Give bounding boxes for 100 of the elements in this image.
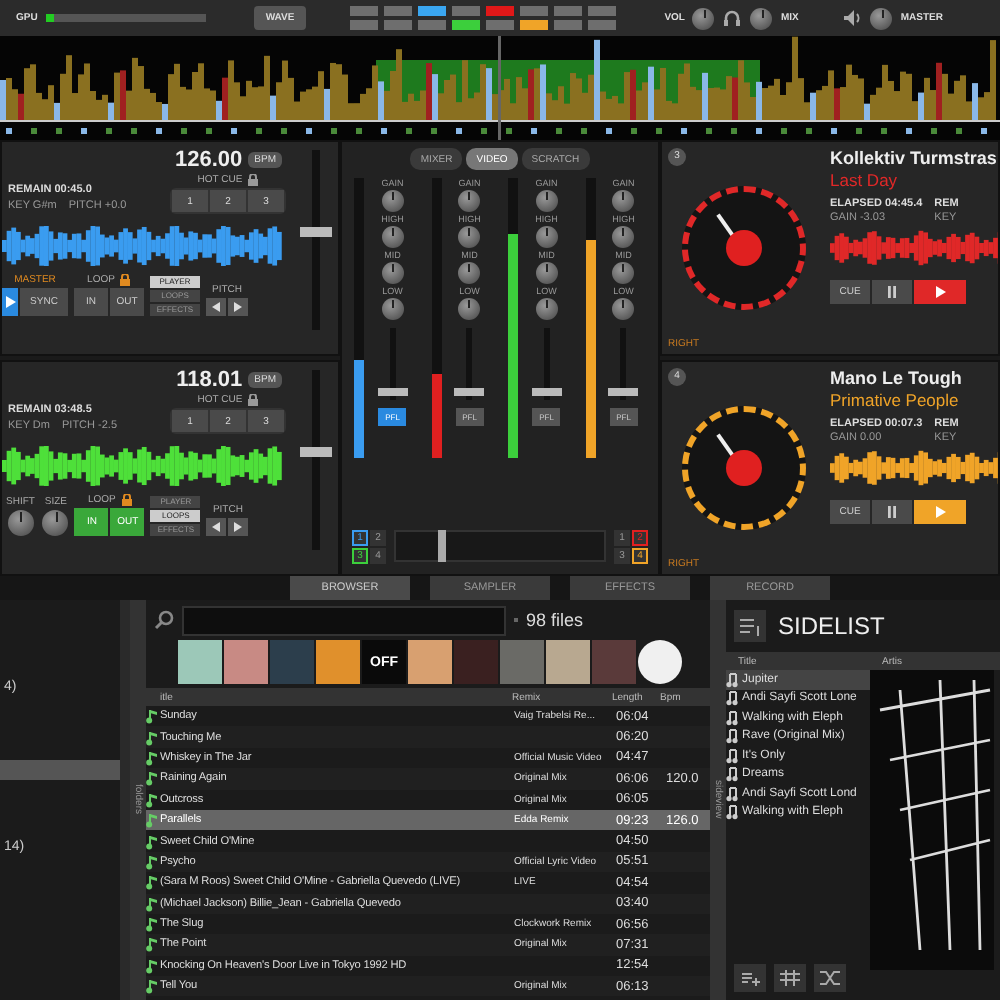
shuffle-button[interactable] <box>814 964 846 992</box>
music-note-icon <box>146 729 158 746</box>
eq-knob[interactable] <box>612 190 635 212</box>
eq-knob[interactable] <box>381 226 404 248</box>
headphones-icon[interactable] <box>722 8 743 28</box>
eq-knob[interactable] <box>535 298 558 320</box>
play-icon <box>5 296 15 308</box>
color-pad[interactable] <box>588 20 617 30</box>
track-title: Last Day <box>830 170 900 190</box>
pitch-down-button[interactable] <box>206 298 226 316</box>
music-note-icon <box>146 936 158 953</box>
fader-thumb[interactable] <box>377 388 408 396</box>
pitch-down-button[interactable] <box>206 518 227 536</box>
color-pad[interactable] <box>350 20 379 30</box>
color-pad[interactable] <box>452 6 481 16</box>
album-cover[interactable] <box>638 640 682 684</box>
lock-icon[interactable] <box>248 174 259 186</box>
eq-knob[interactable] <box>381 298 404 320</box>
track-title: Primative People <box>830 390 961 410</box>
pitch-up-button[interactable] <box>228 518 249 536</box>
music-note-icon <box>146 957 158 974</box>
search-field[interactable] <box>182 605 506 635</box>
pause-icon <box>888 286 896 298</box>
play-button[interactable] <box>914 280 966 304</box>
eq-knob[interactable] <box>535 262 558 284</box>
color-pad[interactable] <box>520 20 549 30</box>
music-note-icon <box>146 853 158 870</box>
pitch-slider-thumb[interactable] <box>300 226 332 236</box>
master-knob[interactable] <box>870 7 893 29</box>
music-note-icon <box>146 978 158 995</box>
bpm-value: 126.00 <box>175 148 243 172</box>
left-arrow-icon <box>212 302 220 312</box>
music-note-icon <box>146 874 158 891</box>
file-count: 98 files <box>526 610 584 630</box>
music-note-icon <box>146 791 158 808</box>
eq-knob[interactable] <box>458 226 481 248</box>
playlist-icon <box>734 610 766 642</box>
mix-knob[interactable] <box>750 7 773 29</box>
grid-icon <box>780 970 800 986</box>
play-button[interactable] <box>2 288 18 316</box>
shift-knob[interactable] <box>7 510 34 536</box>
color-pad[interactable] <box>486 20 515 30</box>
pause-button[interactable] <box>872 500 912 524</box>
eq-knob[interactable] <box>381 262 404 284</box>
color-pad[interactable] <box>418 20 447 30</box>
color-pad[interactable] <box>554 20 583 30</box>
eq-knob[interactable] <box>458 298 481 320</box>
right-arrow-icon <box>234 522 243 532</box>
color-pad[interactable] <box>384 6 413 16</box>
color-pad[interactable] <box>452 20 481 30</box>
pause-button[interactable] <box>872 280 912 304</box>
left-arrow-icon <box>212 522 221 532</box>
fader-thumb[interactable] <box>454 388 485 396</box>
speaker-icon[interactable] <box>842 8 863 28</box>
add-list-icon <box>740 968 760 988</box>
scrollbar[interactable] <box>120 600 130 1000</box>
pitch-up-button[interactable] <box>228 298 248 316</box>
eq-knob[interactable] <box>535 226 558 248</box>
bpm-value: 118.01 <box>176 368 243 392</box>
eq-knob[interactable] <box>535 190 558 212</box>
crossfader[interactable] <box>394 530 606 562</box>
track-artist: Kollektiv Turmstras <box>830 148 998 168</box>
eq-knob[interactable] <box>381 190 404 212</box>
pitch-slider-thumb[interactable] <box>300 446 332 456</box>
music-note-icon <box>146 749 158 766</box>
grid-view-button[interactable] <box>774 964 806 992</box>
color-pad[interactable] <box>350 6 379 16</box>
search-icon[interactable] <box>154 610 174 630</box>
lock-icon[interactable] <box>121 494 132 506</box>
music-note-icon <box>146 916 158 933</box>
eq-knob[interactable] <box>612 226 635 248</box>
color-pad[interactable] <box>486 6 515 16</box>
eq-knob[interactable] <box>612 262 635 284</box>
color-pad[interactable] <box>520 6 549 16</box>
fader-thumb[interactable] <box>531 388 562 396</box>
play-icon <box>935 506 945 518</box>
color-pad[interactable] <box>384 20 413 30</box>
crossfader-thumb[interactable] <box>437 530 446 562</box>
eq-knob[interactable] <box>612 298 635 320</box>
music-note-icon <box>146 770 158 787</box>
lock-icon[interactable] <box>248 394 259 406</box>
eq-knob[interactable] <box>458 190 481 212</box>
play-icon <box>935 286 945 298</box>
fader-thumb[interactable] <box>608 388 639 396</box>
volume-knob[interactable] <box>692 7 715 29</box>
music-note-icon <box>146 895 158 912</box>
music-note-icon <box>146 708 158 725</box>
shuffle-icon <box>820 970 840 986</box>
color-pad[interactable] <box>588 6 617 16</box>
track-artist: Mano Le Tough <box>830 368 964 388</box>
eq-knob[interactable] <box>458 262 481 284</box>
right-arrow-icon <box>234 302 242 312</box>
color-pad[interactable] <box>554 6 583 16</box>
color-pad[interactable] <box>418 6 447 16</box>
add-to-list-button[interactable] <box>734 964 766 992</box>
pause-icon <box>888 506 896 518</box>
lock-icon[interactable] <box>120 274 131 286</box>
music-note-icon <box>146 833 158 850</box>
sidelist-title: SIDELIST <box>778 612 885 640</box>
size-knob[interactable] <box>42 510 69 536</box>
